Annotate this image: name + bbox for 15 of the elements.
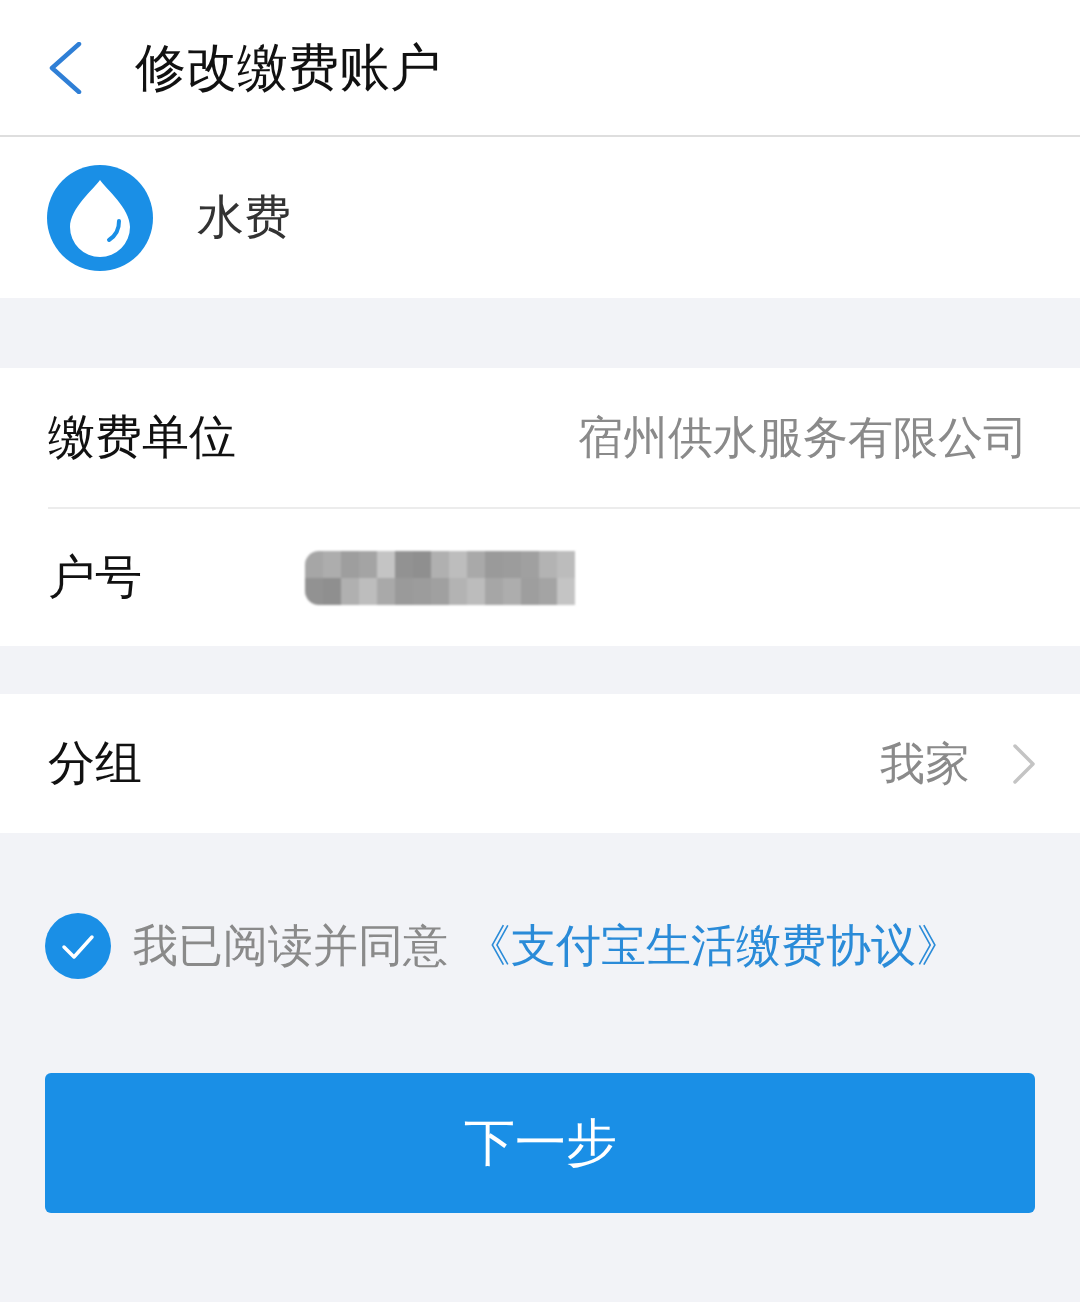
- group-value: 我家: [880, 736, 970, 791]
- group-label: 分组: [48, 735, 142, 792]
- water-drop-icon: [47, 164, 153, 271]
- back-chevron-icon[interactable]: [48, 41, 82, 94]
- agreement-checkbox[interactable]: [45, 913, 111, 979]
- field-label: 户号: [48, 549, 143, 606]
- agreement-link[interactable]: 《支付宝生活缴费协议》: [466, 919, 961, 973]
- agreement-text: 我已阅读并同意: [133, 919, 448, 973]
- field-value: 宿州供水服务有限公司: [578, 410, 1028, 465]
- next-button[interactable]: 下一步: [45, 1073, 1035, 1213]
- group-selector[interactable]: 分组 我家: [0, 694, 1080, 833]
- field-label: 缴费单位: [48, 409, 236, 466]
- chevron-right-icon: [1012, 743, 1036, 784]
- service-name: 水费: [197, 189, 291, 246]
- page-title: 修改缴费账户: [135, 36, 441, 99]
